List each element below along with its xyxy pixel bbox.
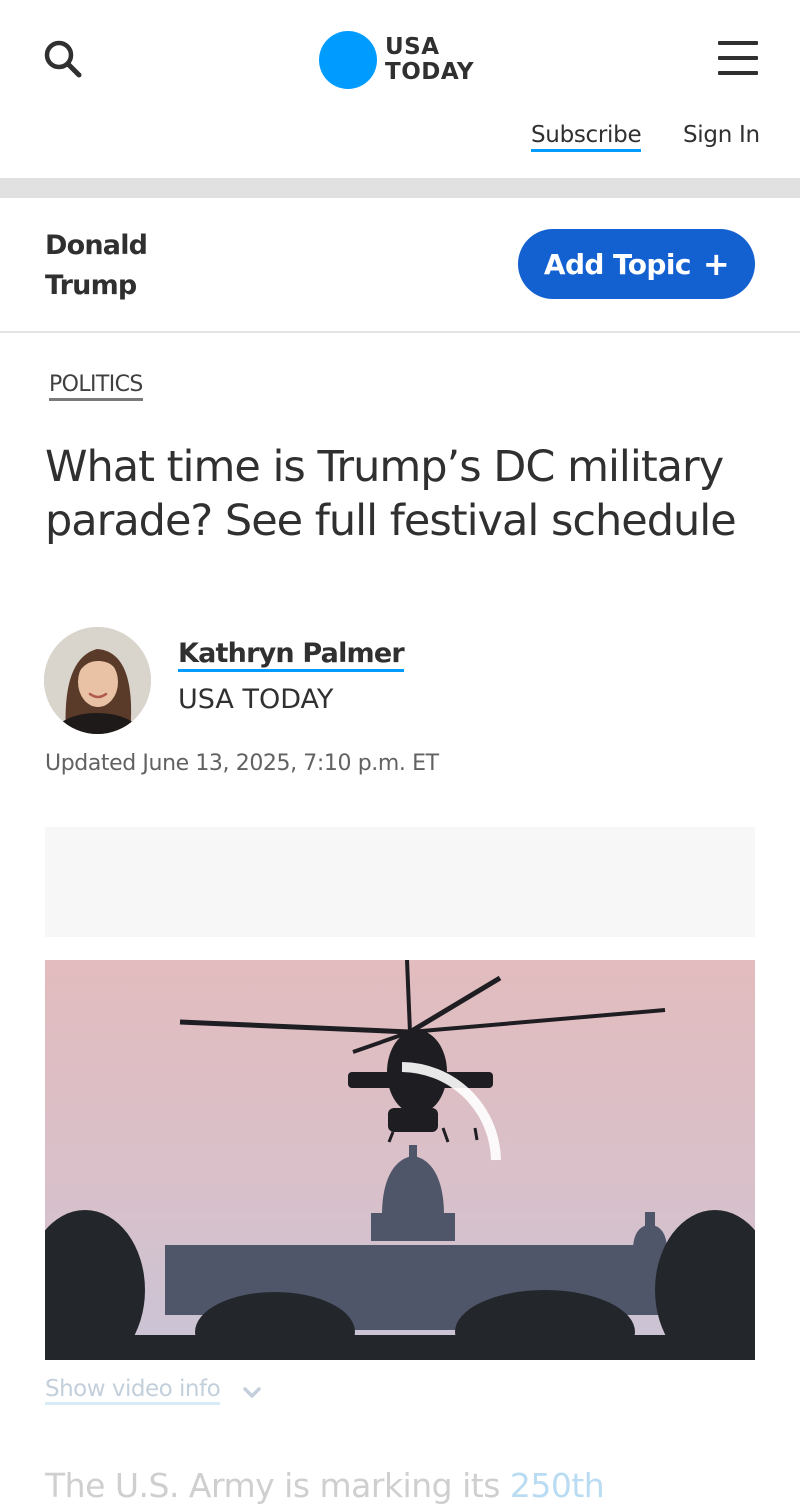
author-name-link[interactable]: Kathryn Palmer	[178, 638, 405, 672]
chevron-down-icon[interactable]	[241, 1382, 263, 1404]
topic-name: Donald Trump	[45, 230, 148, 301]
usa-today-logo[interactable]: USA TODAY	[319, 30, 489, 90]
logo-wordmark: USA TODAY	[385, 35, 474, 85]
author-photo	[44, 627, 151, 734]
add-topic-button[interactable]: Add Topic +	[518, 229, 755, 299]
ad-placeholder	[45, 827, 755, 937]
add-topic-label: Add Topic	[543, 247, 692, 281]
plus-icon: +	[702, 245, 730, 283]
logo-line-1: USA	[385, 34, 440, 60]
hero-image	[45, 960, 755, 1360]
search-icon	[44, 40, 82, 78]
show-video-info-link[interactable]: Show video info	[45, 1376, 221, 1405]
header-divider-band	[0, 178, 800, 198]
author-organization: USA TODAY	[178, 684, 334, 715]
subscribe-link[interactable]: Subscribe	[531, 122, 642, 152]
menu-bar-icon	[718, 56, 758, 60]
category-link[interactable]: POLITICS	[49, 372, 143, 401]
menu-bar-icon	[718, 41, 758, 45]
logo-line-2: TODAY	[385, 59, 475, 85]
search-button[interactable]	[40, 36, 86, 82]
body-text-start: The U.S. Army is marking its	[45, 1466, 510, 1505]
updated-timestamp: Updated June 13, 2025, 7:10 p.m. ET	[45, 751, 439, 776]
article-body-paragraph: The U.S. Army is marking its 250th	[45, 1466, 605, 1505]
menu-bar-icon	[718, 71, 758, 75]
site-header: USA TODAY Subscribe Sign In	[0, 0, 800, 178]
article-headline: What time is Trump’s DC military parade?…	[45, 442, 737, 546]
hamburger-menu-button[interactable]	[714, 36, 762, 80]
hero-video[interactable]	[45, 960, 755, 1360]
body-link-250th[interactable]: 250th	[510, 1466, 605, 1505]
author-avatar[interactable]	[44, 627, 151, 734]
sign-in-link[interactable]: Sign In	[683, 122, 760, 148]
logo-dot-icon	[319, 31, 377, 89]
